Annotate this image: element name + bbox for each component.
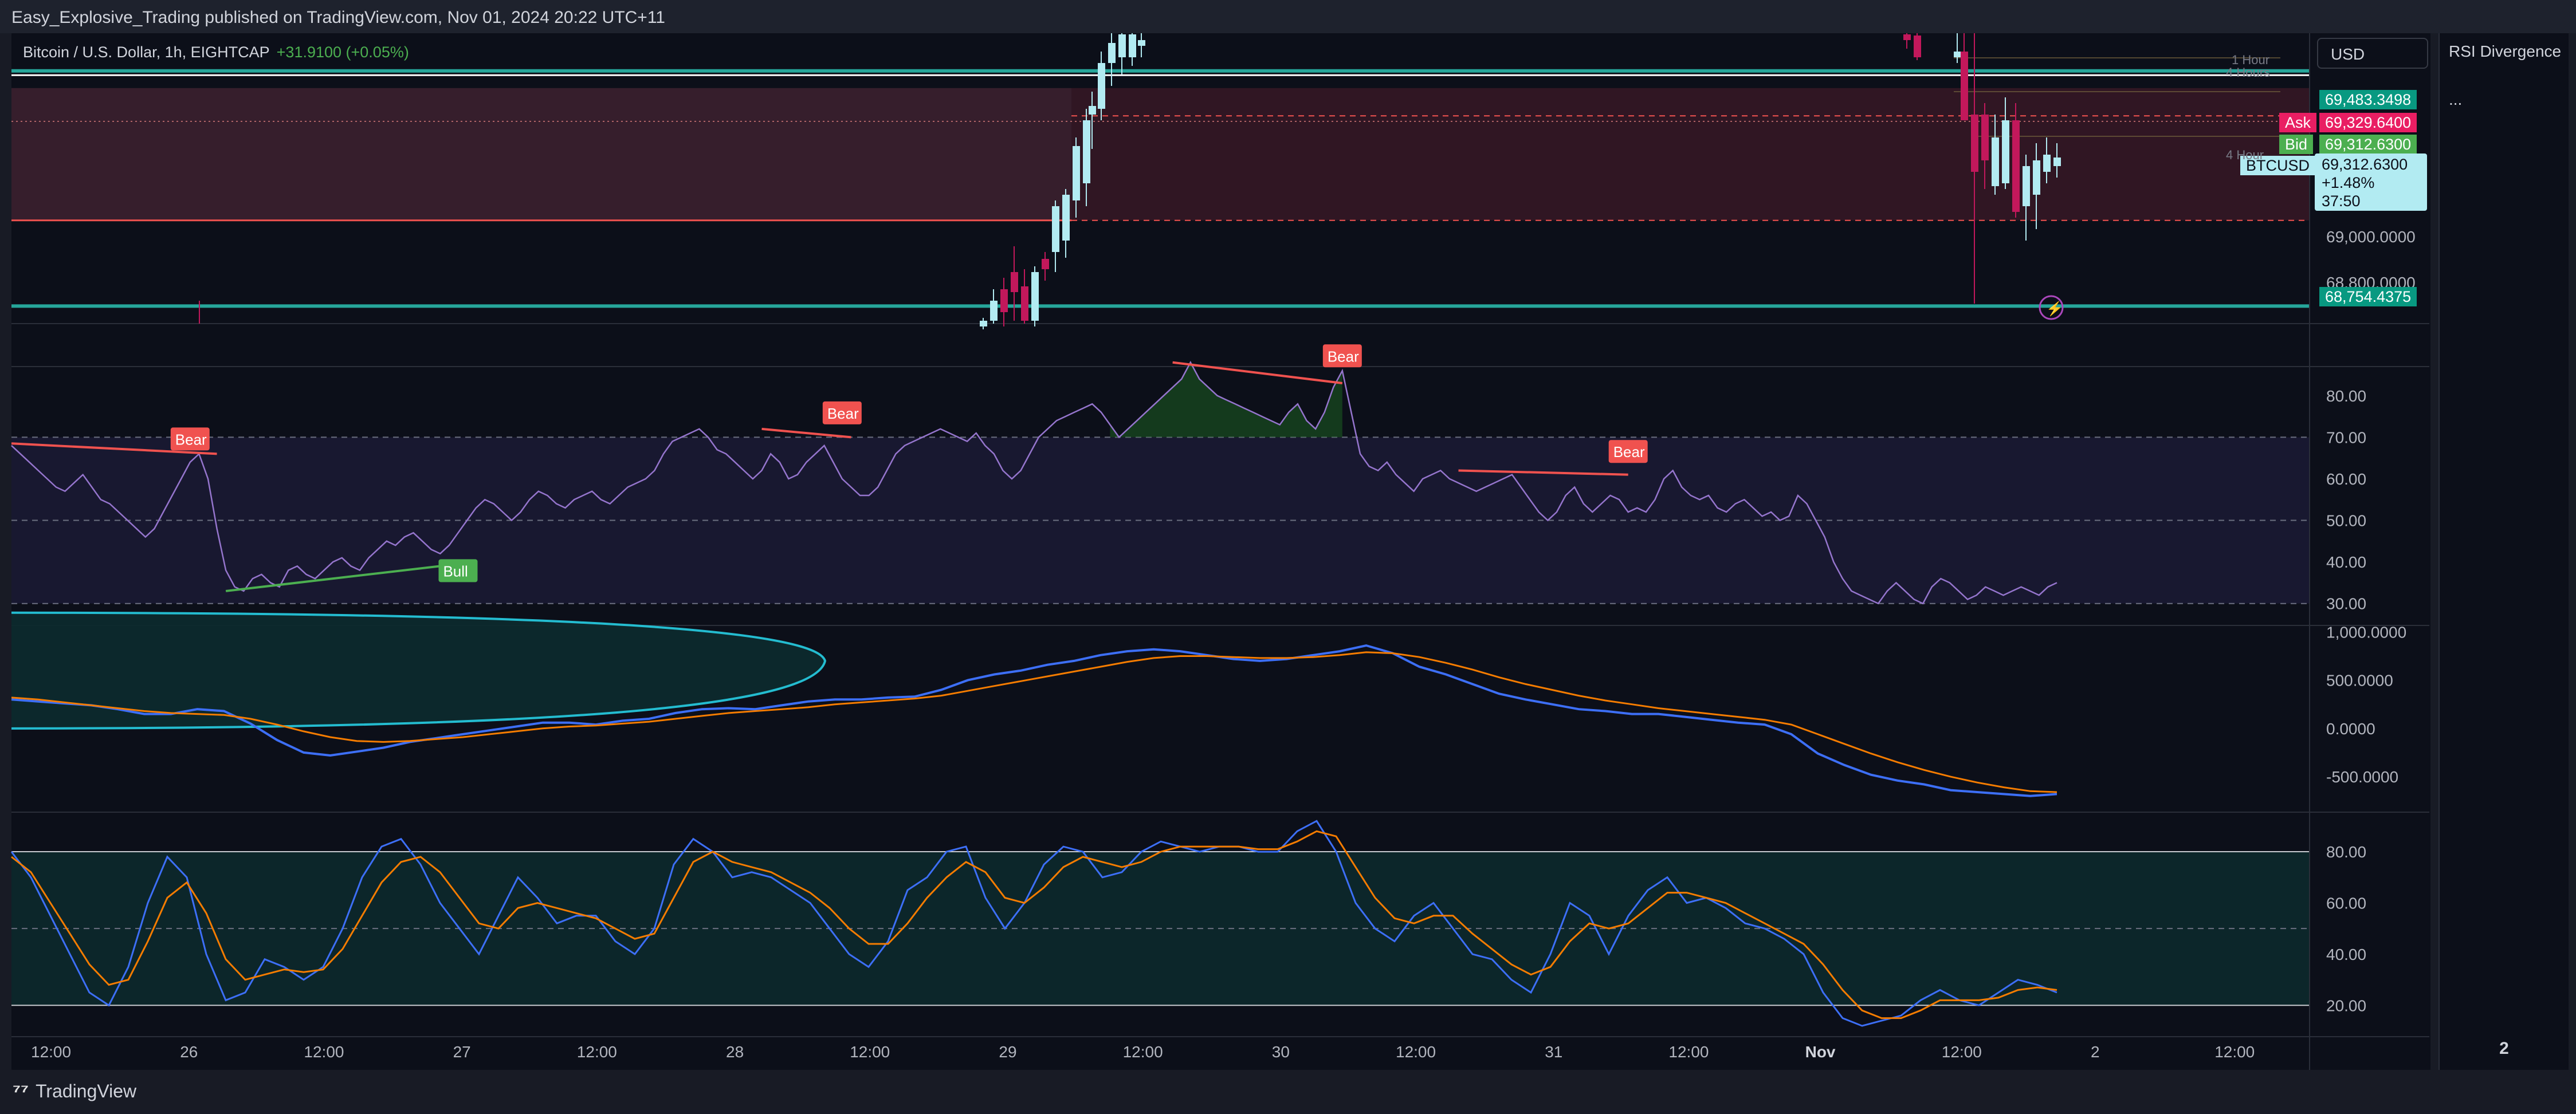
time-tick-15-2: 2 — [2091, 1043, 2100, 1061]
series-legend[interactable]: Bitcoin / U.S. Dollar, 1h, EIGHTCAP +31.9… — [23, 44, 409, 61]
time-tick-5-28: 28 — [726, 1043, 744, 1061]
candle-body-8 — [1062, 195, 1070, 241]
last-price: 69,312.6300 — [2322, 156, 2408, 173]
last-price-box: 69,312.6300 +1.48% 37:50 — [2315, 153, 2427, 211]
candle-body-29 — [2053, 158, 2061, 166]
bid-price-tag: 69,312.6300 — [2319, 135, 2417, 154]
time-tick-3-27: 27 — [453, 1043, 471, 1061]
time-tick-14-12:00: 12:00 — [1942, 1043, 1982, 1061]
supply-zone-left — [11, 88, 1071, 221]
candle-body-19 — [1954, 52, 1961, 57]
time-tick-7-29: 29 — [999, 1043, 1016, 1061]
bottom-bar: ⁷⁷ TradingView — [0, 1070, 2576, 1114]
currency-label: USD — [2331, 45, 2365, 63]
rsi-tick-50.00: 50.00 — [2326, 512, 2366, 530]
candle-body-15 — [1129, 34, 1136, 57]
bear-tag-label-2: Bear — [827, 405, 859, 422]
candle-body-28 — [2043, 155, 2051, 172]
candle-body-25 — [2012, 120, 2020, 212]
candle-body-2 — [1000, 289, 1008, 312]
tradingview-mark-icon: ⁷⁷ — [13, 1080, 29, 1102]
rsi-tick-80.00: 80.00 — [2326, 387, 2366, 405]
candle-body-17 — [1903, 34, 1911, 40]
rsi-tick-40.00: 40.00 — [2326, 553, 2366, 571]
time-tick-8-12:00: 12:00 — [1123, 1043, 1163, 1061]
candle-body-20 — [1961, 52, 1968, 120]
time-tick-9-30: 30 — [1272, 1043, 1290, 1061]
lightning-bolt-icon: ⚡ — [2046, 301, 2063, 317]
candle-body-26 — [2023, 166, 2030, 206]
tradingview-logo[interactable]: ⁷⁷ TradingView — [13, 1080, 136, 1103]
time-tick-1-26: 26 — [180, 1043, 198, 1061]
candle-body-14 — [1118, 34, 1126, 57]
candle-body-3 — [1011, 272, 1018, 292]
bear-tag-label-4: Bear — [1613, 443, 1645, 460]
ask-price-tag: 69,329.6400 — [2319, 113, 2417, 132]
right-panel: RSI Divergence ... 2 — [2438, 33, 2569, 1070]
tradingview-brand: TradingView — [36, 1081, 137, 1101]
candle-body-5 — [1031, 272, 1039, 321]
candle-body-21 — [1971, 115, 1978, 172]
ask-label-tag: Ask — [2279, 113, 2317, 132]
candle-body-6 — [1042, 259, 1049, 269]
currency-selector[interactable]: USD — [2317, 38, 2428, 69]
macd-tick--500.0000: -500.0000 — [2326, 768, 2398, 786]
supply-zone-right — [1071, 88, 2309, 221]
candle-body-16 — [1138, 40, 1145, 46]
stoch-tick-80.00: 80.00 — [2326, 843, 2366, 861]
candle-body-4 — [1021, 286, 1028, 321]
bull-tag-label-1: Bull — [443, 562, 468, 580]
macd-tick-500.0000: 500.0000 — [2326, 672, 2393, 690]
bear-tag-label-0: Bear — [175, 431, 207, 448]
candle-body-10 — [1083, 120, 1090, 183]
time-tick-10-12:00: 12:00 — [1396, 1043, 1436, 1061]
time-tick-4-12:00: 12:00 — [577, 1043, 617, 1061]
candle-body-0 — [980, 321, 987, 326]
level-high-tag: 69,483.3498 — [2319, 90, 2417, 109]
more-options-button[interactable]: ... — [2449, 90, 2462, 109]
candle-body-27 — [2033, 160, 2040, 195]
candle-body-24 — [2002, 120, 2009, 183]
candle-body-23 — [1992, 137, 1999, 186]
bear-divergence-line-2 — [761, 427, 851, 439]
candle-body-9 — [1073, 146, 1080, 200]
price-change: +31.9100 (+0.05%) — [276, 44, 409, 61]
time-tick-0-12:00: 12:00 — [31, 1043, 71, 1061]
rsi-tick-60.00: 60.00 — [2326, 470, 2366, 488]
indicator-title[interactable]: RSI Divergence — [2449, 42, 2561, 61]
candle-body-11 — [1089, 106, 1096, 115]
time-tick-11-31: 31 — [1545, 1043, 1562, 1061]
time-tick-13-Nov: Nov — [1805, 1043, 1836, 1061]
candle-body-1 — [990, 301, 998, 321]
macd-tick-0.0000: 0.0000 — [2326, 720, 2375, 738]
chart-svg[interactable]: ⚡ 80.00 70.00 60.00 50.00 40.00 30.00 Bear Bull B… — [0, 0, 2576, 1114]
bear-tag-label-3: Bear — [1328, 348, 1359, 365]
stoch-tick-60.00: 60.00 — [2326, 894, 2366, 912]
time-tick-2-12:00: 12:00 — [304, 1043, 344, 1061]
zone-label-4h: 4 Hours — [2226, 65, 2271, 80]
bar-countdown: 37:50 — [2322, 192, 2361, 210]
rsi-tick-30.00: 30.00 — [2326, 595, 2366, 613]
candle-body-22 — [1981, 115, 1989, 160]
price-tick-69000: 69,000.0000 — [2326, 228, 2416, 246]
time-tick-6-12:00: 12:00 — [850, 1043, 890, 1061]
macd-tick-1,000.0000: 1,000.0000 — [2326, 623, 2406, 641]
candle-body-13 — [1108, 43, 1116, 63]
time-tick-16-12:00: 12:00 — [2214, 1043, 2255, 1061]
time-tick-12-12:00: 12:00 — [1668, 1043, 1709, 1061]
level-low-tag: 68,754.4375 — [2319, 287, 2417, 306]
stoch-tick-40.00: 40.00 — [2326, 946, 2366, 963]
candle-body-12 — [1098, 63, 1105, 109]
candle-body-7 — [1052, 206, 1059, 252]
candle-body-18 — [1914, 36, 1921, 57]
page-number[interactable]: 2 — [2440, 1039, 2569, 1058]
zone-label-4h-bottom: 4 Hour — [2226, 148, 2264, 162]
rsi-tick-70.00: 70.00 — [2326, 428, 2366, 446]
bid-label-tag: Bid — [2279, 135, 2314, 154]
last-change: +1.48% — [2322, 174, 2375, 191]
symbol-line: Bitcoin / U.S. Dollar, 1h, EIGHTCAP — [23, 44, 270, 61]
stoch-tick-20.00: 20.00 — [2326, 997, 2366, 1014]
